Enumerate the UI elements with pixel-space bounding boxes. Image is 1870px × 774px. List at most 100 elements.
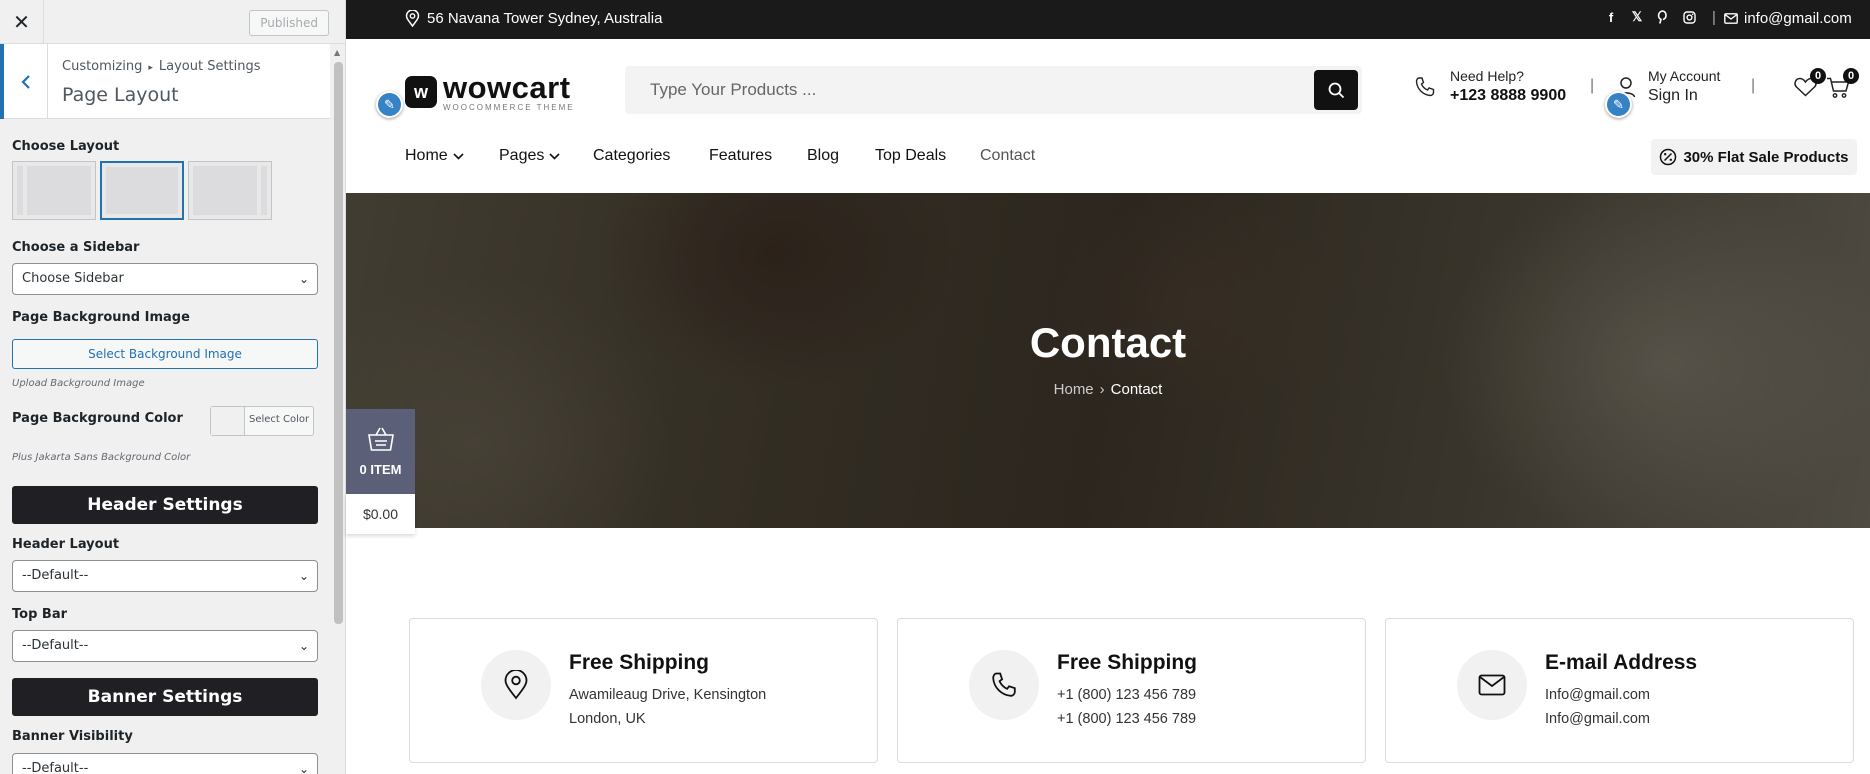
- card-line: London, UK: [569, 711, 646, 727]
- mini-cart-total: $0.00: [346, 494, 415, 534]
- scroll-up-icon[interactable]: ▲: [334, 48, 340, 57]
- wishlist-button[interactable]: 0: [1794, 68, 1826, 102]
- topbar-divider: |: [1712, 9, 1716, 26]
- card-line: +1 (800) 123 456 789: [1057, 687, 1197, 703]
- product-search: [625, 66, 1362, 114]
- sign-in-link[interactable]: Sign In: [1648, 87, 1720, 105]
- search-button[interactable]: [1314, 70, 1358, 110]
- phone-icon: [992, 672, 1016, 697]
- address: 56 Navana Tower Sydney, Australia: [405, 10, 662, 27]
- mini-cart-items: 0 ITEM: [359, 462, 402, 477]
- logo-name: wowcart: [443, 70, 571, 105]
- chevron-down-icon: ⌄: [298, 762, 309, 774]
- wishlist-count: 0: [1810, 68, 1826, 84]
- help-phone: +123 8888 9900: [1450, 87, 1567, 104]
- edit-shortcut-pencil-icon[interactable]: ✎: [376, 91, 403, 118]
- banner-visibility-select[interactable]: --Default-- ⌄: [12, 753, 318, 774]
- customizer-panel: ✕ Published Customizing ▸ Layout Settings …: [0, 0, 346, 774]
- social-links: f 𝕏: [1604, 9, 1696, 25]
- select-color-button[interactable]: Select Color: [210, 406, 314, 436]
- discount-badge-icon: [1660, 148, 1677, 166]
- breadcrumb-root: Customizing: [62, 59, 143, 74]
- address-text: 56 Navana Tower Sydney, Australia: [427, 10, 663, 27]
- layout-option-left-sidebar[interactable]: [12, 161, 96, 220]
- card-line: Awamileaug Drive, Kensington: [569, 687, 767, 703]
- chevron-left-icon: [20, 74, 30, 89]
- search-input[interactable]: [625, 66, 1305, 114]
- sidebar-select-value: Choose Sidebar: [22, 271, 124, 286]
- customizer-scrollbar[interactable]: ▲: [333, 48, 344, 768]
- site-logo[interactable]: w wowcart WOOCOMMERCE THEME: [405, 72, 575, 112]
- shopping-basket-icon: [367, 427, 394, 451]
- chevron-down-icon: [453, 152, 464, 160]
- choose-sidebar-label: Choose a Sidebar: [12, 240, 140, 255]
- cart-count: 0: [1843, 68, 1859, 84]
- close-icon[interactable]: ✕: [0, 0, 44, 44]
- card-line: Info@gmail.com: [1545, 711, 1650, 727]
- bg-color-note: Plus Jakarta Sans Background Color: [12, 452, 191, 463]
- color-swatch: [211, 407, 245, 435]
- info-card-email: E-mail Address Info@gmail.com Info@gmail…: [1385, 618, 1854, 763]
- top-bar-select[interactable]: --Default-- ⌄: [12, 630, 318, 662]
- choose-layout-label: Choose Layout: [12, 139, 120, 154]
- search-icon: [1328, 82, 1344, 98]
- site-header: w wowcart WOOCOMMERCE THEME ✎ Need Help?…: [346, 39, 1870, 119]
- nav-item-blog[interactable]: Blog: [807, 147, 839, 165]
- scrollbar-thumb[interactable]: [334, 62, 343, 624]
- back-button[interactable]: [0, 44, 48, 119]
- cart-button[interactable]: 0: [1826, 68, 1859, 104]
- layout-option-right-sidebar[interactable]: [188, 161, 272, 220]
- x-icon[interactable]: 𝕏: [1630, 9, 1644, 24]
- card-line: +1 (800) 123 456 789: [1057, 711, 1197, 727]
- breadcrumb-home-link[interactable]: Home: [1054, 381, 1094, 398]
- bg-color-label: Page Background Color: [12, 411, 183, 426]
- header-divider: |: [1590, 77, 1595, 94]
- phone-icon: [1415, 76, 1435, 96]
- breadcrumb-section: Layout Settings: [158, 59, 261, 74]
- nav-item-pages[interactable]: Pages: [499, 147, 560, 165]
- mail-icon: [1724, 13, 1738, 24]
- triangle-right-icon: ▸: [148, 63, 153, 73]
- floating-mini-cart[interactable]: 0 ITEM $0.00: [346, 409, 415, 534]
- header-layout-label: Header Layout: [12, 537, 120, 552]
- sale-promo-button[interactable]: 30% Flat Sale Products: [1651, 139, 1857, 175]
- instagram-icon[interactable]: [1682, 10, 1696, 24]
- facebook-icon[interactable]: f: [1604, 10, 1618, 25]
- chevron-down-icon: ⌄: [298, 639, 309, 653]
- main-navigation: Home Pages Categories Features Blog Top …: [346, 119, 1870, 193]
- banner-visibility-value: --Default--: [22, 761, 89, 774]
- header-layout-select[interactable]: --Default-- ⌄: [12, 560, 318, 592]
- chevron-right-icon: ›: [1099, 381, 1105, 398]
- promo-text: 30% Flat Sale Products: [1683, 148, 1849, 166]
- nav-item-top-deals[interactable]: Top Deals: [875, 147, 946, 165]
- header-settings-button[interactable]: Header Settings: [12, 486, 318, 524]
- account-link[interactable]: My Account Sign In: [1616, 68, 1720, 105]
- chevron-down-icon: ⌄: [298, 272, 309, 286]
- logo-mark: w: [405, 76, 437, 108]
- email-link[interactable]: info@gmail.com: [1724, 10, 1852, 27]
- nav-item-contact[interactable]: Contact: [980, 147, 1035, 165]
- pinterest-icon[interactable]: [1656, 10, 1670, 24]
- page-banner: Contact Home › Contact: [346, 193, 1870, 528]
- select-background-image-button[interactable]: Select Background Image: [12, 339, 318, 369]
- mail-icon: [1478, 674, 1506, 696]
- chevron-down-icon: [549, 152, 560, 160]
- bg-image-note: Upload Background Image: [12, 378, 145, 389]
- published-button[interactable]: Published: [249, 10, 329, 36]
- map-pin-icon: [405, 10, 420, 27]
- nav-item-home[interactable]: Home: [405, 147, 464, 165]
- card-line: Info@gmail.com: [1545, 687, 1650, 703]
- bg-image-label: Page Background Image: [12, 310, 190, 325]
- layout-option-full-width[interactable]: [100, 161, 184, 220]
- customizer-breadcrumb: Customizing ▸ Layout Settings: [62, 59, 261, 74]
- select-color-label: Select Color: [249, 414, 310, 425]
- banner-settings-button[interactable]: Banner Settings: [12, 678, 318, 716]
- nav-label: Home: [405, 147, 448, 164]
- help-contact[interactable]: Need Help? +123 8888 9900: [1414, 68, 1566, 105]
- nav-item-categories[interactable]: Categories: [593, 147, 670, 165]
- sidebar-select[interactable]: Choose Sidebar ⌄: [12, 263, 318, 295]
- nav-item-features[interactable]: Features: [709, 147, 772, 165]
- breadcrumb-current: Contact: [1110, 381, 1163, 398]
- info-card-phone: Free Shipping +1 (800) 123 456 789 +1 (8…: [897, 618, 1366, 763]
- edit-shortcut-pencil-icon[interactable]: ✎: [1605, 91, 1632, 118]
